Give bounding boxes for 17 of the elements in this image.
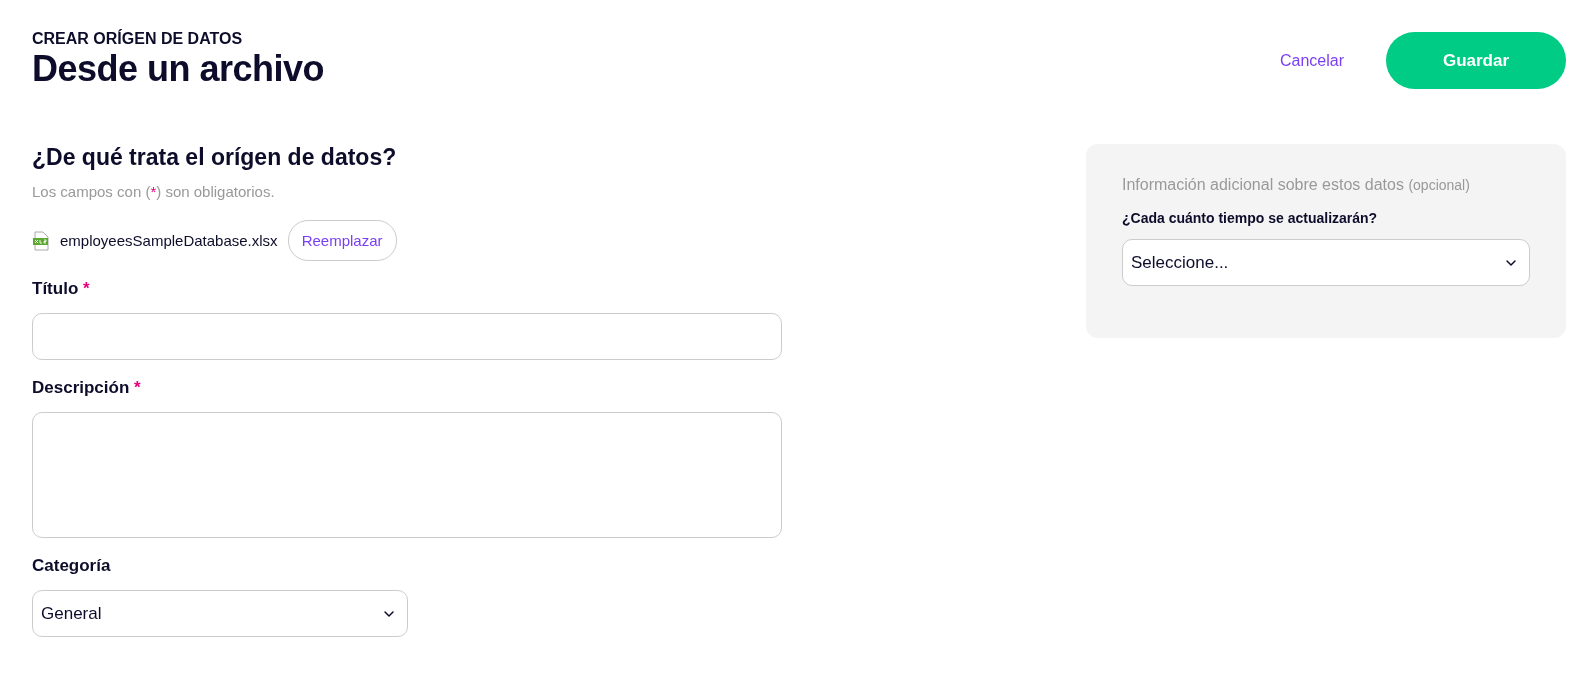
- spreadsheet-file-icon: [32, 230, 50, 251]
- required-note: Los campos con (*) son obligatorios.: [32, 183, 276, 200]
- description-textarea-field[interactable]: [32, 412, 782, 538]
- cancel-link[interactable]: Cancelar: [1279, 51, 1344, 70]
- update-frequency-select[interactable]: Seleccione...: [1122, 239, 1530, 286]
- panel-title: Información adicional sobre estos datos (opcional): [1122, 176, 1471, 194]
- file-name: employeesSampleDatabase.xlsx: [60, 232, 278, 249]
- category-select[interactable]: General: [32, 590, 408, 637]
- page-title: Desde un archivo: [32, 48, 325, 90]
- replace-button[interactable]: Reemplazar: [287, 220, 397, 261]
- field-label: Título *: [32, 279, 91, 299]
- field-label: Descripción *: [32, 378, 142, 398]
- update-frequency-label: ¿Cada cuánto tiempo se actualizarán?: [1122, 210, 1379, 226]
- page-eyebrow: CREAR ORÍGEN DE DATOS: [32, 30, 244, 48]
- section-heading: ¿De qué trata el orígen de datos?: [32, 144, 398, 171]
- title-input-field[interactable]: [32, 313, 782, 360]
- field-label: Categoría: [32, 556, 112, 576]
